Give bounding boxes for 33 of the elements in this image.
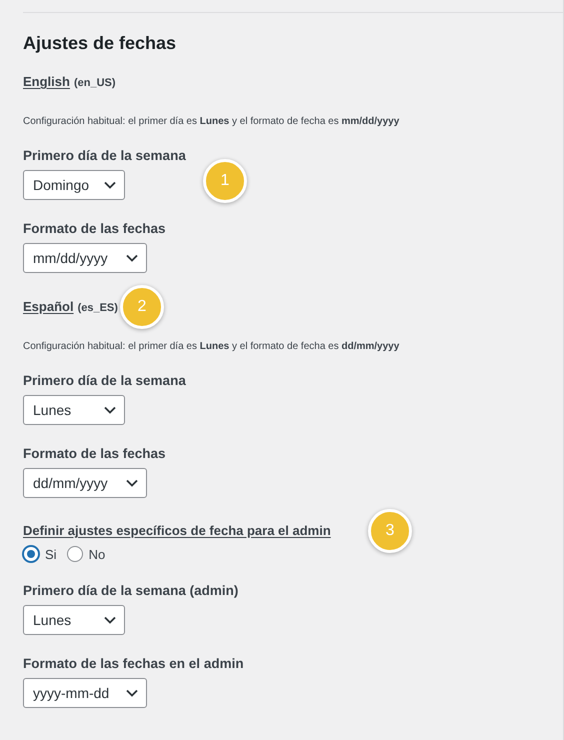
language-name: English: [23, 74, 70, 89]
radio-button[interactable]: [23, 546, 39, 562]
locale-code: (es_ES): [78, 302, 118, 314]
select-dropdown[interactable]: yyyy-mm-dd: [23, 678, 147, 708]
section-heading: Ajustes de fechas: [23, 33, 178, 54]
field-label: Primero día de la semana: [23, 373, 186, 389]
chevron-down-icon: [126, 689, 138, 697]
field-label: Primero día de la semana: [23, 148, 186, 164]
field-label: Primero día de la semana (admin): [23, 583, 238, 599]
language-name: Español: [23, 299, 74, 314]
chevron-down-icon: [104, 181, 116, 189]
chevron-down-icon: [104, 616, 116, 624]
step-badge: 2: [120, 285, 164, 329]
help-text: Configuración habitual: el primer día es Lunes y el formato de fecha es mm/dd/yyyy: [23, 116, 400, 127]
select-dropdown[interactable]: Lunes: [23, 395, 125, 425]
select-dropdown[interactable]: Domingo: [23, 170, 125, 200]
select-dropdown[interactable]: mm/dd/yyyy: [23, 243, 147, 273]
radio-button[interactable]: [66, 546, 83, 562]
radio-label[interactable]: Si: [45, 546, 57, 562]
chevron-down-icon: [126, 254, 138, 262]
radio-label[interactable]: No: [88, 546, 106, 562]
chevron-down-icon: [126, 479, 138, 487]
step-badge: 3: [368, 509, 412, 553]
field-label: Formato de las fechas: [23, 221, 166, 237]
select-dropdown[interactable]: dd/mm/yyyy: [23, 468, 147, 498]
step-badge: 1: [203, 159, 247, 203]
locale-code: (en_US): [74, 77, 116, 89]
field-label: Formato de las fechas: [23, 446, 166, 462]
help-text: Configuración habitual: el primer día es Lunes y el formato de fecha es dd/mm/yyyy: [23, 341, 400, 352]
field-label: Formato de las fechas en el admin: [23, 656, 244, 672]
setting-label: Definir ajustes específicos de fecha para el admin: [23, 523, 331, 538]
select-dropdown[interactable]: Lunes: [23, 605, 125, 635]
chevron-down-icon: [104, 406, 116, 414]
